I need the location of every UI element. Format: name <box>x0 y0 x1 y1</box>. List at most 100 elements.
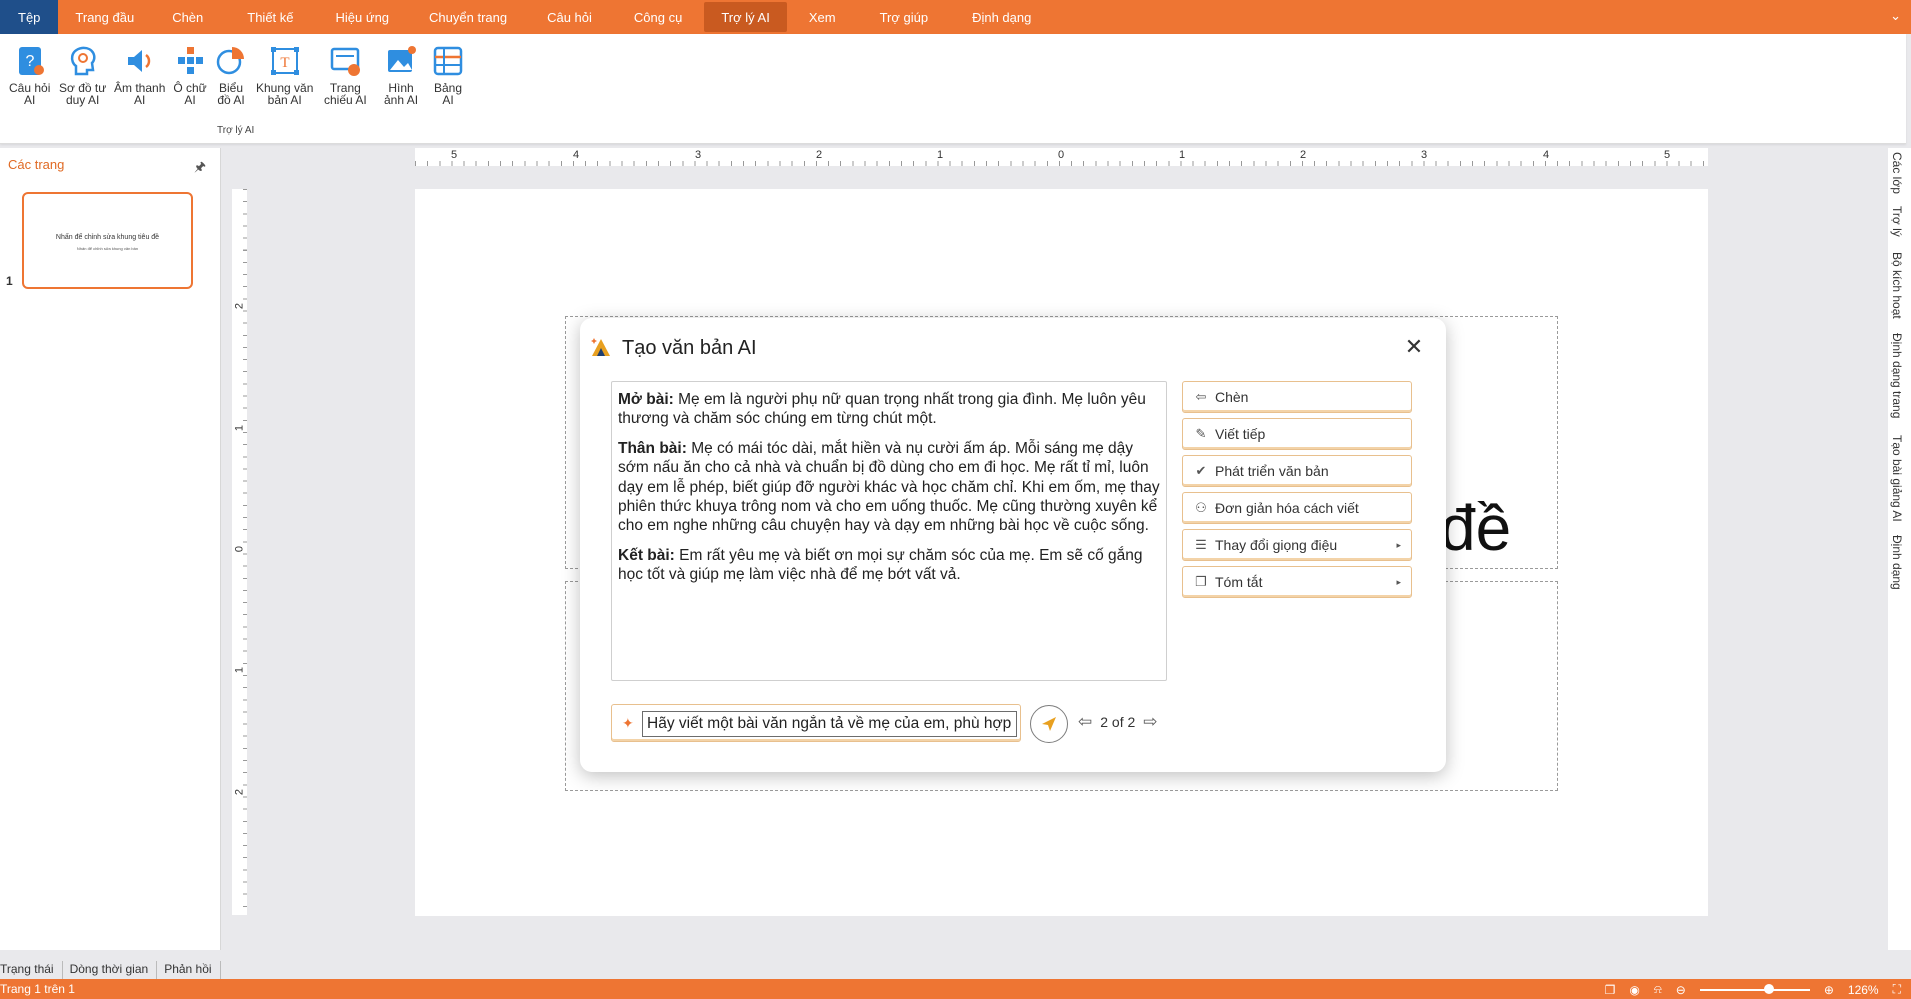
tab-page-format[interactable]: Định dạng trang <box>1890 333 1904 418</box>
svg-text:?: ? <box>25 53 34 70</box>
menu-view[interactable]: Xem <box>787 0 858 34</box>
tab-status[interactable]: Trạng thái <box>0 961 63 979</box>
change-tone-button[interactable]: ☰ Thay đổi giọng điệu ▸ <box>1182 529 1412 561</box>
summarize-icon: ❐ <box>1195 574 1207 589</box>
ribbon-group-label: Trợ lý AI <box>217 125 255 136</box>
bottom-tabs: Trạng thái Dòng thời gian Phản hồi <box>0 961 1911 979</box>
slide-ai-icon <box>331 47 361 76</box>
expand-text-button[interactable]: ✔ Phát triển văn bản <box>1182 455 1412 487</box>
ribbon-quiz-ai-button[interactable]: ? Câu hỏi AI <box>9 44 50 106</box>
ruler-label: 2 <box>233 788 246 796</box>
page-indicator: Trang 1 trên 1 <box>0 982 75 996</box>
ribbon-audio-ai-button[interactable]: Âm thanh AI <box>114 44 165 106</box>
paragraph-text: Em rất yêu mẹ và biết ơn mọi sự chăm sóc… <box>618 546 1143 584</box>
menu-transition[interactable]: Chuyển trang <box>409 0 527 34</box>
menu-insert[interactable]: Chèn <box>150 0 225 34</box>
tab-triggers[interactable]: Bộ kích hoạt <box>1890 252 1904 319</box>
tab-timeline[interactable]: Dòng thời gian <box>70 961 158 979</box>
tab-ai-lesson[interactable]: Tạo bài giảng AI <box>1890 435 1904 522</box>
prompt-box: ✦ <box>611 704 1021 742</box>
simplify-button[interactable]: ⚇ Đơn giản hóa cách viết <box>1182 492 1412 524</box>
menu-format[interactable]: Định dạng <box>950 0 1053 34</box>
tab-format[interactable]: Định dạng <box>1890 535 1904 590</box>
ribbon-slide-ai-button[interactable]: Trang chiếu AI <box>324 44 367 106</box>
clipboard-icon[interactable]: ❐ <box>1605 983 1616 997</box>
insert-icon: ⇦ <box>1195 389 1207 404</box>
pager-label: 2 of 2 <box>1100 714 1136 730</box>
crossword-ai-icon <box>178 47 203 74</box>
expand-text-icon: ✔ <box>1195 463 1207 478</box>
slide-number: 1 <box>6 274 13 288</box>
thumbnail-title: Nhấn để chỉnh sửa khung tiêu đề <box>55 234 160 241</box>
tab-feedback[interactable]: Phản hồi <box>164 961 221 979</box>
button-label: Viết tiếp <box>1215 426 1266 442</box>
ruler-label: 2 <box>1299 149 1307 161</box>
send-icon <box>1042 717 1056 731</box>
ribbon-label: AI <box>24 93 36 107</box>
chevron-down-icon[interactable]: ⌄ <box>1890 8 1901 24</box>
arrow-left-icon[interactable]: ⇦ <box>1078 712 1092 732</box>
pin-icon[interactable]: 🖈 <box>194 158 206 180</box>
menu-animation[interactable]: Hiệu ứng <box>316 0 410 34</box>
generated-text-area[interactable]: Mở bài: Mẹ em là người phụ nữ quan trọng… <box>611 381 1167 681</box>
ribbon-chart-ai-button[interactable]: Biểu đồ AI <box>214 44 248 106</box>
title-placeholder-text: đề <box>1440 492 1512 564</box>
menu-tools[interactable]: Công cụ <box>612 0 704 34</box>
status-controls: ❐ ◉ ⍾ ⊖ ⊕ 126% ⛶ <box>1605 982 1901 997</box>
status-bar: Trang 1 trên 1 ❐ ◉ ⍾ ⊖ ⊕ 126% ⛶ <box>0 979 1911 999</box>
tab-layers[interactable]: Các lớp <box>1890 152 1904 194</box>
ribbon-textbox-ai-button[interactable]: T Khung văn bản AI <box>256 44 313 106</box>
dialog-title: Tạo văn bản AI <box>622 337 757 359</box>
eye-icon[interactable]: ◉ <box>1629 983 1639 997</box>
ribbon-label: chiếu AI <box>324 93 367 107</box>
ruler-label: 1 <box>233 666 246 674</box>
paragraph-body: Thân bài: Mẹ có mái tóc dài, mắt hiền và… <box>618 439 1160 536</box>
zoom-in-icon[interactable]: ⊕ <box>1824 983 1834 997</box>
arrow-right-icon[interactable]: ⇨ <box>1143 712 1157 732</box>
audio-ai-icon <box>127 50 150 72</box>
menu-ai-assistant[interactable]: Trợ lý AI <box>704 2 787 32</box>
menu-bar: Tệp Trang đầu Chèn Thiết kế Hiệu ứng Chu… <box>0 0 1911 34</box>
menu-design[interactable]: Thiết kế <box>225 0 315 34</box>
menu-questions[interactable]: Câu hỏi <box>527 0 612 34</box>
ruler-label: 1 <box>936 149 944 161</box>
fit-screen-icon[interactable]: ⛶ <box>1893 982 1901 997</box>
insert-button[interactable]: ⇦ Chèn <box>1182 381 1412 413</box>
menu-help[interactable]: Trợ giúp <box>858 0 951 34</box>
ruler-label: 0 <box>1057 149 1065 161</box>
thumbnail-subtitle: Nhấn để chỉnh sửa khung văn bản <box>76 246 139 251</box>
zoom-out-icon[interactable]: ⊖ <box>1676 983 1686 997</box>
button-label: Chèn <box>1215 389 1249 405</box>
menu-home[interactable]: Trang đầu <box>58 0 150 34</box>
menu-file[interactable]: Tệp <box>0 0 59 34</box>
ribbon: ? Câu hỏi AI Sơ đồ tư duy AI Âm thanh AI… <box>0 34 1906 144</box>
bell-icon[interactable]: ⍾ <box>1654 982 1662 997</box>
pager: ⇦ 2 of 2 ⇨ <box>1078 712 1158 732</box>
zoom-slider[interactable] <box>1699 983 1810 994</box>
table-ai-icon <box>433 46 463 76</box>
continue-writing-button[interactable]: ✎ Viết tiếp <box>1182 418 1412 450</box>
ribbon-mindmap-ai-button[interactable]: Sơ đồ tư duy AI <box>59 44 106 106</box>
zoom-slider-thumb[interactable] <box>1763 983 1774 994</box>
prompt-input[interactable] <box>642 711 1017 737</box>
zoom-level[interactable]: 126% <box>1848 983 1879 997</box>
ribbon-crossword-ai-button[interactable]: Ô chữ AI <box>173 44 207 106</box>
ribbon-label: AI <box>134 93 146 107</box>
button-label: Thay đổi giọng điệu <box>1215 537 1338 553</box>
paragraph-intro: Mở bài: Mẹ em là người phụ nữ quan trọng… <box>618 390 1160 429</box>
ruler-label: 3 <box>694 149 702 161</box>
ruler-label: 5 <box>450 149 458 161</box>
close-icon[interactable]: ✕ <box>1403 336 1425 358</box>
ruler-label: 1 <box>1178 149 1186 161</box>
slide-thumbnail[interactable]: Nhấn để chỉnh sửa khung tiêu đề Nhấn để … <box>22 192 193 289</box>
slides-panel-title: Các trang <box>8 157 65 172</box>
ribbon-table-ai-button[interactable]: Bảng AI <box>431 44 465 106</box>
button-label: Tóm tắt <box>1215 574 1263 590</box>
send-button[interactable] <box>1030 705 1068 743</box>
paragraph-text: Mẹ có mái tóc dài, mắt hiền và nụ cười ấ… <box>618 439 1160 535</box>
ai-text-dialog: Tạo văn bản AI ✕ Mở bài: Mẹ em là người … <box>580 318 1446 772</box>
summarize-button[interactable]: ❐ Tóm tắt ▸ <box>1182 566 1412 598</box>
tab-assistant[interactable]: Trợ lý <box>1890 206 1904 237</box>
ribbon-image-ai-button[interactable]: Hình ảnh AI <box>384 44 418 106</box>
ribbon-label: AI <box>184 93 196 107</box>
